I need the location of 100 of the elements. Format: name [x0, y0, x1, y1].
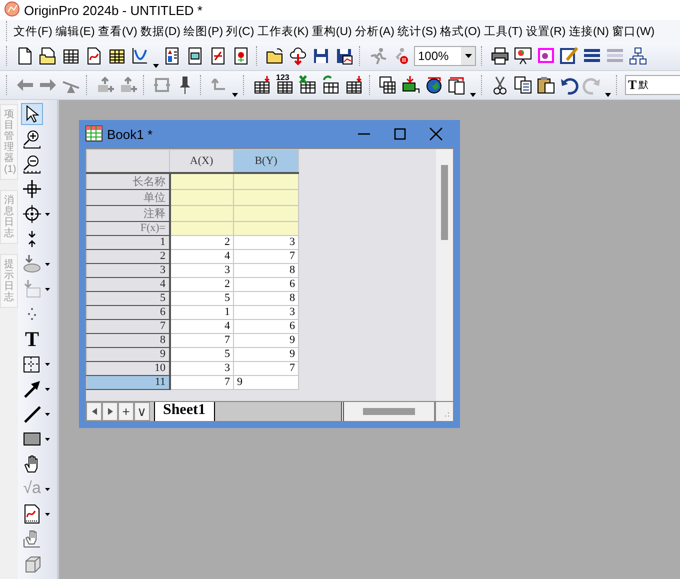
- presentation-icon[interactable]: [513, 46, 533, 66]
- row-header[interactable]: 5: [86, 291, 170, 305]
- pointer-tool-button[interactable]: [21, 103, 43, 125]
- pages-icon[interactable]: [447, 75, 467, 95]
- caret-icon[interactable]: [45, 262, 50, 266]
- export-box-icon[interactable]: [401, 75, 421, 95]
- resize-grip-icon[interactable]: [434, 402, 453, 421]
- sheet-nav-button[interactable]: +: [118, 402, 134, 421]
- menu-item[interactable]: 编辑(E): [54, 24, 96, 38]
- menu-item[interactable]: 工作表(K): [256, 24, 310, 38]
- table-cell: 9: [234, 347, 298, 361]
- caret-icon[interactable]: [470, 93, 476, 97]
- printer-icon[interactable]: [490, 46, 510, 66]
- cloud-download-icon[interactable]: [288, 46, 308, 66]
- add-up-icon[interactable]: [95, 75, 115, 95]
- column-header[interactable]: A(X): [170, 150, 234, 172]
- zoom-out-tool-button[interactable]: [21, 153, 43, 175]
- menu-item[interactable]: 查看(V): [96, 24, 139, 38]
- caret-icon[interactable]: [232, 93, 238, 97]
- table-cell: 8: [234, 263, 298, 277]
- table-cell: 2: [170, 277, 234, 291]
- arrow-icon: [22, 379, 42, 399]
- previous-sheet-button[interactable]: [86, 402, 102, 421]
- caret-icon[interactable]: [45, 212, 50, 216]
- cell-editor[interactable]: 9: [234, 375, 298, 389]
- row-header[interactable]: 9: [86, 347, 170, 361]
- row-header[interactable]: 8: [86, 333, 170, 347]
- caret-icon[interactable]: [45, 388, 50, 390]
- caret-icon[interactable]: [464, 54, 472, 58]
- caret-icon[interactable]: [45, 362, 50, 366]
- graph-icon: [22, 504, 42, 524]
- multi-sheet-icon[interactable]: [378, 75, 398, 95]
- menu-item[interactable]: 文件(F): [12, 24, 54, 38]
- row-header[interactable]: 7: [86, 319, 170, 333]
- slide-icon[interactable]: [536, 46, 556, 66]
- menu-item[interactable]: 格式(O): [438, 24, 482, 38]
- open-folder-icon[interactable]: [265, 46, 285, 66]
- row-header[interactable]: 10: [86, 361, 170, 375]
- row-label: 注释: [86, 205, 170, 221]
- menu-item[interactable]: 工具(T): [482, 24, 524, 38]
- font-dropdown[interactable]: T默: [625, 75, 680, 95]
- menu-item[interactable]: 统计(S): [396, 24, 439, 38]
- sheet-nav-button[interactable]: ∨: [134, 402, 150, 421]
- zoom-dropdown[interactable]: 100%: [414, 46, 476, 66]
- menu-item[interactable]: 窗口(W): [610, 24, 656, 38]
- menu-item[interactable]: 列(C): [224, 24, 256, 38]
- runner-icon[interactable]: [368, 46, 388, 66]
- menu-item[interactable]: 分析(A): [353, 24, 396, 38]
- scrollbar-thumb[interactable]: [363, 408, 415, 415]
- caret-icon[interactable]: [45, 412, 50, 416]
- add-up-icon[interactable]: [118, 75, 138, 95]
- right-triangle-icon: [108, 408, 112, 415]
- target-tool-button[interactable]: [21, 203, 43, 225]
- text-tool-button[interactable]: T: [21, 328, 43, 350]
- globe-icon[interactable]: [424, 75, 444, 95]
- table-cell: 3: [170, 361, 234, 375]
- frame-select-icon: [22, 279, 42, 299]
- menu-item[interactable]: 设置(R): [524, 24, 568, 38]
- caret-icon[interactable]: [45, 288, 50, 290]
- menu-item[interactable]: 绘图(P): [182, 24, 225, 38]
- copy-icon[interactable]: [513, 75, 533, 95]
- row-header[interactable]: 2: [86, 249, 170, 263]
- caret-icon[interactable]: [153, 64, 159, 68]
- table-cell: 1: [170, 305, 234, 319]
- scrollbar-thumb[interactable]: [441, 165, 448, 240]
- table-cell: 3: [170, 263, 234, 277]
- brush-icon[interactable]: [559, 46, 579, 66]
- vertical-scrollbar[interactable]: [436, 149, 453, 401]
- hand-axis-tool-button[interactable]: [21, 528, 43, 550]
- workbook-icon: [85, 124, 103, 144]
- caret-icon[interactable]: [45, 488, 50, 490]
- recycle-sheet-icon[interactable]: [321, 75, 341, 95]
- crosshair-tool-button[interactable]: [21, 178, 43, 200]
- save-icon[interactable]: [311, 46, 331, 66]
- diagram-icon[interactable]: [628, 46, 648, 66]
- row-header[interactable]: 1: [86, 235, 170, 249]
- paste-icon[interactable]: [536, 75, 556, 95]
- zoom-in-tool-button[interactable]: [21, 128, 43, 150]
- menu-item[interactable]: 数据(D): [138, 24, 182, 38]
- ellipse-tool-button[interactable]: [21, 253, 43, 275]
- menu-item[interactable]: 重构(U): [310, 24, 354, 38]
- caret-icon[interactable]: [45, 438, 50, 440]
- row-header[interactable]: 11: [86, 375, 170, 389]
- row-header[interactable]: 6: [86, 305, 170, 319]
- caret-icon[interactable]: [45, 512, 50, 516]
- column-header[interactable]: B(Y): [234, 150, 298, 172]
- import-excel-icon[interactable]: [298, 75, 318, 95]
- sheet-tab[interactable]: Sheet1: [154, 402, 214, 421]
- undo-icon[interactable]: [559, 75, 579, 95]
- import-sheet-icon[interactable]: [252, 75, 272, 95]
- row-header[interactable]: 4: [86, 277, 170, 291]
- horizontal-scrollbar[interactable]: [341, 402, 434, 421]
- menu-item[interactable]: 连接(N): [567, 24, 611, 38]
- curve-icon[interactable]: [130, 46, 150, 66]
- caret-icon[interactable]: [605, 93, 611, 97]
- import-sheet-icon[interactable]: [344, 75, 364, 95]
- next-sheet-button[interactable]: [102, 402, 118, 421]
- row-header[interactable]: 3: [86, 263, 170, 277]
- save-graph-icon[interactable]: [334, 46, 354, 66]
- open-document-icon[interactable]: [38, 46, 58, 66]
